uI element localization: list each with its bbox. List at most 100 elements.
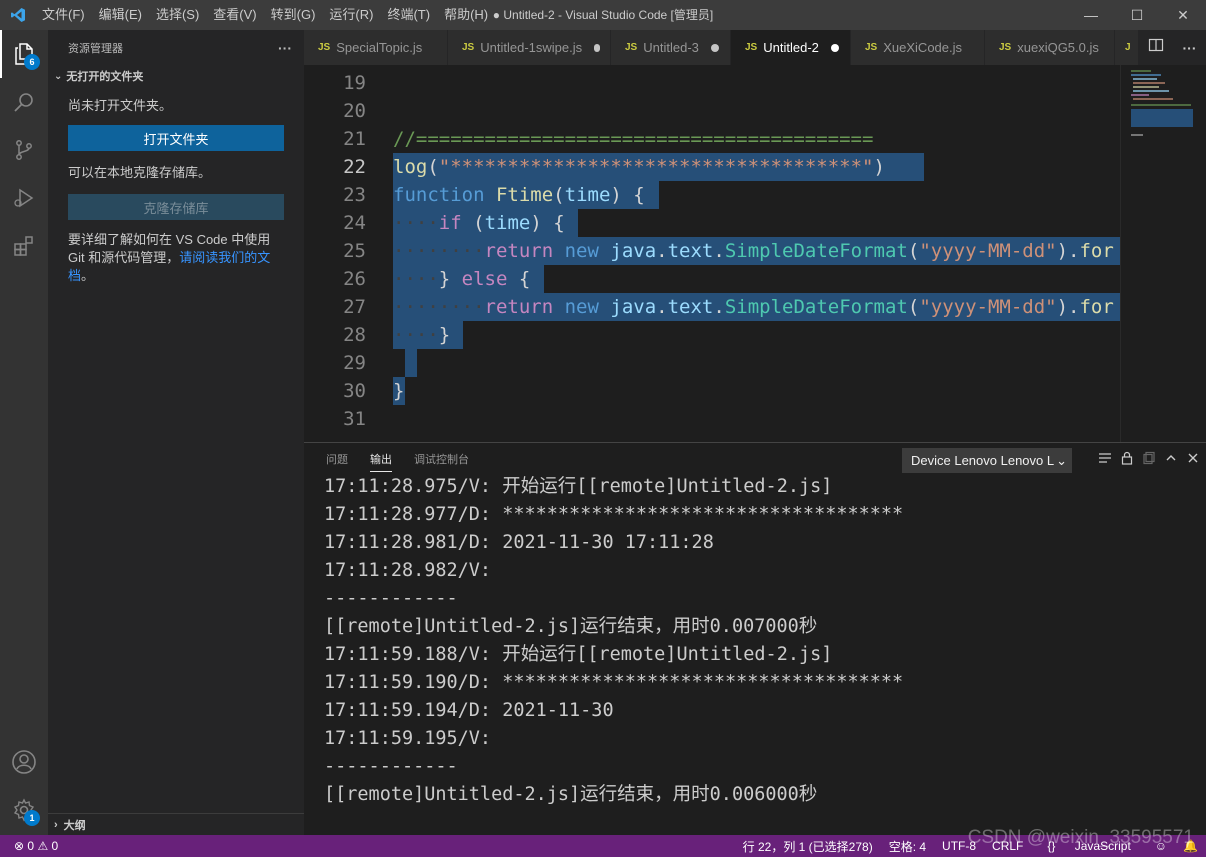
- indentation[interactable]: 空格: 4: [881, 838, 934, 855]
- extensions-icon[interactable]: [0, 222, 48, 270]
- error-icon: ⊗: [14, 839, 25, 853]
- line-number: 30: [343, 380, 366, 402]
- settings-badge: 1: [24, 810, 40, 826]
- line-number: 28: [343, 324, 366, 346]
- output-line: [[remote]Untitled-2.js]运行结束，用时0.006000秒: [324, 784, 818, 805]
- error-count: 0: [27, 839, 35, 853]
- open-folder-button[interactable]: 打开文件夹: [68, 125, 284, 151]
- settings-gear-icon[interactable]: 1: [0, 786, 48, 834]
- unsaved-dot-icon[interactable]: [830, 43, 839, 52]
- tab-label: Untitled-3: [643, 40, 699, 55]
- code-editor[interactable]: 19 20 21 //==============================…: [304, 65, 1120, 442]
- git-help-period: 。: [81, 268, 95, 283]
- lock-icon[interactable]: [1120, 451, 1134, 470]
- activity-bar: 6 1: [0, 30, 48, 835]
- clear-output-icon[interactable]: [1142, 451, 1156, 470]
- cursor-position[interactable]: 行 22，列 1 (已选择278): [735, 838, 881, 855]
- tab-xuexicode[interactable]: JS XueXiCode.js: [851, 30, 985, 65]
- line-number: 20: [343, 100, 366, 122]
- menu-file[interactable]: 文件(F): [35, 0, 92, 30]
- read-docs-link[interactable]: 请阅读我们的文: [179, 250, 270, 265]
- js-file-icon: JS: [625, 42, 638, 53]
- tab-xuexiqg5[interactable]: JS xuexiQG5.0.js: [985, 30, 1115, 65]
- output-line: ------------: [324, 588, 458, 609]
- more-actions-icon[interactable]: ···: [1183, 40, 1197, 56]
- js-file-icon: JS: [865, 42, 878, 53]
- unsaved-dot-icon[interactable]: [710, 43, 719, 52]
- run-debug-icon[interactable]: [0, 174, 48, 222]
- explorer-header: 资源管理器: [68, 42, 123, 55]
- output-panel: 问题 输出 调试控制台 Device Lenovo Lenovo L ⌄ 17:…: [304, 442, 1206, 835]
- code-line-27: ········return new java.text.SimpleDateF…: [393, 296, 1114, 318]
- output-line: 17:11:28.977/D: ************************…: [324, 504, 904, 525]
- chevron-down-icon: ⌄: [1056, 453, 1067, 468]
- output-line: 17:11:59.190/D: ************************…: [324, 672, 904, 693]
- read-docs-link-end[interactable]: 档: [68, 268, 81, 283]
- menu-view[interactable]: 查看(V): [206, 0, 263, 30]
- line-number: 23: [343, 184, 366, 206]
- line-number: 19: [343, 72, 366, 94]
- close-window-button[interactable]: ✕: [1160, 0, 1206, 30]
- line-number: 24: [343, 212, 366, 234]
- unsaved-dot-icon[interactable]: [594, 43, 600, 52]
- close-panel-icon[interactable]: [1186, 451, 1200, 470]
- list-filter-icon[interactable]: [1098, 451, 1112, 470]
- code-line-21: //======================================…: [393, 128, 874, 150]
- minimap[interactable]: [1120, 65, 1206, 442]
- editor-tabs: JS SpecialTopic.js JS Untitled-1swipe.js J…: [304, 30, 1206, 65]
- menu-terminal[interactable]: 终端(T): [380, 0, 437, 30]
- problems-status[interactable]: ⊗ 0 ⚠ 0: [0, 839, 58, 853]
- code-line-22: log("***********************************…: [393, 156, 885, 178]
- tab-specialtopic[interactable]: JS SpecialTopic.js: [304, 30, 448, 65]
- git-help-line2: Git 和源代码管理，: [68, 250, 180, 265]
- warning-count: 0: [51, 839, 59, 853]
- menu-go[interactable]: 转到(G): [264, 0, 323, 30]
- line-number: 27: [343, 296, 366, 318]
- no-folder-section[interactable]: ⌄ 无打开的文件夹: [48, 65, 304, 87]
- minimize-button[interactable]: —: [1068, 0, 1114, 30]
- accounts-icon[interactable]: [0, 738, 48, 786]
- menu-run[interactable]: 运行(R): [322, 0, 380, 30]
- line-number: 31: [343, 408, 366, 430]
- clone-repo-button[interactable]: 克隆存储库: [68, 194, 284, 220]
- tab-label: XueXiCode.js: [883, 40, 963, 55]
- code-line-24: ····if (time) {: [393, 212, 565, 234]
- no-folder-section-label: 无打开的文件夹: [66, 71, 144, 83]
- search-icon[interactable]: [0, 78, 48, 126]
- explorer-icon[interactable]: 6: [0, 30, 48, 78]
- outline-label: 大纲: [63, 819, 86, 832]
- output-line: ------------: [324, 756, 458, 777]
- git-help-text: 要详细了解如何在 VS Code 中使用 Git 和源代码管理，请阅读我们的文 …: [48, 231, 304, 285]
- maximize-panel-icon[interactable]: [1164, 451, 1178, 470]
- tab-untitled-2[interactable]: JS Untitled-2: [731, 30, 851, 65]
- output-line: 17:11:28.982/V:: [324, 560, 503, 581]
- split-editor-icon[interactable]: [1148, 37, 1164, 58]
- menu-help[interactable]: 帮助(H): [437, 0, 495, 30]
- menu-edit[interactable]: 编辑(E): [92, 0, 149, 30]
- output-channel-select[interactable]: Device Lenovo Lenovo L ⌄: [902, 448, 1072, 473]
- code-line-25: ········return new java.text.SimpleDateF…: [393, 240, 1114, 262]
- code-line-26: ····} else {: [393, 268, 531, 290]
- outline-section[interactable]: › 大纲: [48, 813, 304, 835]
- warning-icon: ⚠: [37, 839, 49, 853]
- js-file-icon: JS: [999, 42, 1012, 53]
- output-line: 17:11:59.194/D: 2021-11-30: [324, 700, 614, 721]
- output-line: 17:11:28.981/D: 2021-11-30 17:11:28: [324, 532, 714, 553]
- vscode-logo-icon: [0, 7, 35, 23]
- tab-untitled-1swipe[interactable]: JS Untitled-1swipe.js: [448, 30, 611, 65]
- more-actions-icon[interactable]: ···: [278, 40, 292, 56]
- clone-text: 可以在本地克隆存储库。: [68, 165, 212, 180]
- menu-selection[interactable]: 选择(S): [149, 0, 206, 30]
- line-number: 29: [343, 352, 366, 374]
- source-control-icon[interactable]: [0, 126, 48, 174]
- js-file-icon: JS: [318, 42, 331, 53]
- chevron-down-icon: ⌄: [54, 70, 63, 82]
- output-log[interactable]: 17:11:28.975/V: 开始运行[[remote]Untitled-2.…: [324, 473, 903, 809]
- output-line: 17:11:59.188/V: 开始运行[[remote]Untitled-2.…: [324, 644, 833, 665]
- maximize-button[interactable]: ☐: [1114, 0, 1160, 30]
- tab-label: Untitled-1swipe.js: [480, 40, 583, 55]
- output-line: 17:11:28.975/V: 开始运行[[remote]Untitled-2.…: [324, 476, 833, 497]
- line-number: 26: [343, 268, 366, 290]
- tab-untitled-3[interactable]: JS Untitled-3: [611, 30, 731, 65]
- explorer-sidebar: 资源管理器 ··· ⌄ 无打开的文件夹 尚未打开文件夹。 打开文件夹 可以在本地…: [48, 30, 304, 835]
